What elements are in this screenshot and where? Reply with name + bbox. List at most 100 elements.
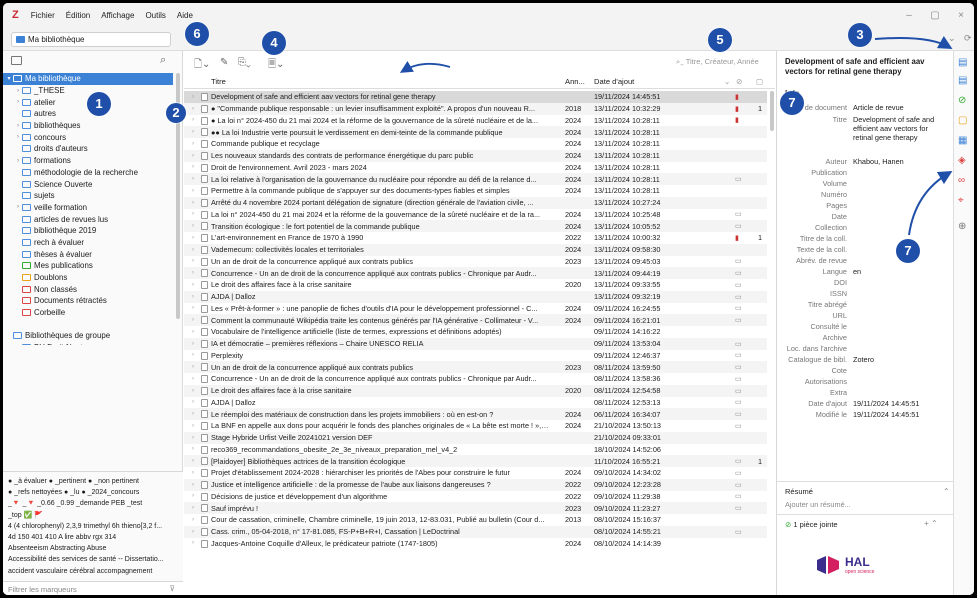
web-snapshot-icon[interactable]: ▭ xyxy=(735,410,742,418)
expand-arrow-icon[interactable]: › xyxy=(14,88,22,94)
add-attachment-icon[interactable]: ⎘⌄ xyxy=(238,57,251,68)
collection-item[interactable]: thèses à évaluer xyxy=(3,248,173,260)
web-snapshot-icon[interactable]: ▭ xyxy=(735,293,742,301)
collection-item[interactable]: Non classés xyxy=(3,283,173,295)
pdf-attachment-icon[interactable]: ▮ xyxy=(735,234,739,242)
web-snapshot-icon[interactable]: ▭ xyxy=(735,222,742,230)
web-snapshot-icon[interactable]: ▭ xyxy=(735,375,742,383)
expand-arrow-icon[interactable]: › xyxy=(192,329,194,335)
locate-nav-icon[interactable]: ⌖ xyxy=(958,195,964,206)
attachments-nav-icon[interactable]: ⊘ xyxy=(958,95,966,106)
menu-view[interactable]: Affichage xyxy=(101,11,134,20)
table-row[interactable]: › ● "Commande publique responsable : un l… xyxy=(184,102,767,115)
expand-arrow-icon[interactable]: › xyxy=(192,235,194,241)
menu-file[interactable]: Fichier xyxy=(31,11,55,20)
table-row[interactable]: › Sauf imprévu ! 2023 09/10/2024 11:23:27 ▭ xyxy=(184,502,767,514)
abstract-field[interactable]: Ajouter un résumé... xyxy=(785,500,851,509)
expand-arrow-icon[interactable]: › xyxy=(192,352,194,358)
tag-row[interactable]: ● _à évaluer ● _pertinent ● _non pertine… xyxy=(8,476,178,487)
expand-arrow-icon[interactable]: › xyxy=(14,204,22,210)
expand-arrow-icon[interactable]: › xyxy=(192,493,194,499)
collection-item[interactable]: rech à évaluer xyxy=(3,237,173,249)
collection-item[interactable]: Bibliothèques de groupe xyxy=(3,330,173,342)
table-row[interactable]: › Jacques-Antoine Coquille d'Alleux, le p… xyxy=(184,538,767,550)
search-icon[interactable]: ⌕ xyxy=(160,54,166,67)
web-snapshot-icon[interactable]: ▭ xyxy=(735,457,742,465)
items-scrollbar[interactable] xyxy=(769,91,775,595)
expand-arrow-icon[interactable]: › xyxy=(192,423,194,429)
menu-edit[interactable]: Édition xyxy=(66,11,90,20)
table-row[interactable]: › IA et démocratie – premières réflexions… xyxy=(184,337,767,350)
expand-arrow-icon[interactable]: › xyxy=(192,176,194,182)
attachment-column-icon[interactable]: ⊘ xyxy=(736,77,742,86)
tag-row[interactable]: _🔻 _🔻 _0.66 _0.99 _demande PEB _test xyxy=(8,498,178,509)
sync-icon[interactable]: ⟳ xyxy=(964,33,972,44)
web-snapshot-icon[interactable]: ▭ xyxy=(735,492,742,500)
tag-row[interactable]: accident vasculaire cérébral accompagnem… xyxy=(8,566,178,577)
table-row[interactable]: › ● La loi n° 2024-450 du 21 mai 2024 et … xyxy=(184,115,767,127)
collection-item[interactable]: › formations xyxy=(3,155,173,167)
table-row[interactable]: › Décisions de justice et développement d… xyxy=(184,491,767,503)
related-nav-icon[interactable]: ∞ xyxy=(958,175,965,186)
expand-arrow-icon[interactable]: › xyxy=(192,188,194,194)
web-snapshot-icon[interactable]: ▭ xyxy=(735,363,742,371)
expand-arrow-icon[interactable]: › xyxy=(192,270,194,276)
collection-item[interactable]: droits d'auteurs xyxy=(3,143,173,155)
abstract-nav-icon[interactable]: ▤ xyxy=(958,75,967,86)
expand-arrow-icon[interactable]: › xyxy=(192,294,194,300)
table-row[interactable]: › [Plaidoyer] Bibliothèques actrices de l… xyxy=(184,455,767,467)
expand-arrow-icon[interactable]: › xyxy=(192,94,194,100)
pdf-attachment-icon[interactable]: ▮ xyxy=(735,93,739,101)
expand-arrow-icon[interactable]: › xyxy=(192,482,194,488)
table-row[interactable]: › Concurrence - Un an de droit de la conc… xyxy=(184,267,767,279)
expand-arrow-icon[interactable]: › xyxy=(192,470,194,476)
table-row[interactable]: › Comment la communauté Wikipédia traite … xyxy=(184,314,767,326)
expand-arrow-icon[interactable]: › xyxy=(192,282,194,288)
expand-arrow-icon[interactable]: ▾ xyxy=(14,344,22,345)
table-row[interactable]: › Perplexity 09/11/2024 12:46:37 ▭ xyxy=(184,350,767,362)
web-snapshot-icon[interactable]: ▭ xyxy=(735,340,742,348)
table-row[interactable]: › L'art-environnement en France de 1970 à… xyxy=(184,232,767,244)
table-row[interactable]: › Vademecum: collectivités locales et ter… xyxy=(184,243,767,256)
tag-row[interactable]: Accessibilité des services de santé -- D… xyxy=(8,554,178,565)
expand-arrow-icon[interactable]: › xyxy=(192,223,194,229)
column-date-added[interactable]: Date d'ajout xyxy=(594,77,634,86)
expand-arrow-icon[interactable]: › xyxy=(192,317,194,323)
table-row[interactable]: › AJDA | Dalloz 13/11/2024 09:32:19 ▭ xyxy=(184,290,767,303)
table-row[interactable]: › Un an de droit de la concurrence appliq… xyxy=(184,256,767,268)
web-snapshot-icon[interactable]: ▭ xyxy=(735,481,742,489)
menu-tools[interactable]: Outils xyxy=(145,11,165,20)
expand-arrow-icon[interactable]: › xyxy=(192,117,194,123)
web-snapshot-icon[interactable]: ▭ xyxy=(735,528,742,536)
collection-item[interactable]: bibliothèque 2019 xyxy=(3,225,173,237)
table-row[interactable]: › AJDA | Dalloz 08/11/2024 12:53:13 ▭ xyxy=(184,397,767,409)
expand-arrow-icon[interactable]: › xyxy=(192,505,194,511)
search-input[interactable]: ⌕⌄ Titre, Créateur, Année xyxy=(676,57,759,67)
table-row[interactable]: › Le droit des affaires face à la crise s… xyxy=(184,384,767,397)
expand-arrow-icon[interactable]: › xyxy=(192,200,194,206)
table-row[interactable]: › La loi n° 2024-450 du 21 mai 2024 et la… xyxy=(184,209,767,221)
more-columns-icon[interactable]: ⌄ xyxy=(724,77,730,86)
expand-arrow-icon[interactable]: › xyxy=(192,517,194,523)
field-value[interactable]: Khabou, Hanen xyxy=(853,157,945,166)
collection-item[interactable]: sujets xyxy=(3,190,173,202)
notes-column-icon[interactable]: ▢ xyxy=(756,77,763,86)
new-note-icon[interactable]: 🗏⌄ xyxy=(268,57,284,74)
field-value[interactable]: 19/11/2024 14:45:51 xyxy=(853,399,945,408)
table-row[interactable]: › reco369_recommandations_obesite_2e_3e_n… xyxy=(184,444,767,456)
web-snapshot-icon[interactable]: ▭ xyxy=(735,257,742,265)
collection-item[interactable]: Documents rétractés xyxy=(3,295,173,307)
expand-arrow-icon[interactable]: › xyxy=(192,153,194,159)
field-value[interactable]: en xyxy=(853,267,945,276)
collection-item[interactable]: › veille formation xyxy=(3,202,173,214)
table-row[interactable]: › Un an de droit de la concurrence appliq… xyxy=(184,361,767,373)
web-snapshot-icon[interactable]: ▭ xyxy=(735,422,742,430)
pdf-attachment-icon[interactable]: ▮ xyxy=(735,116,739,124)
web-snapshot-icon[interactable]: ▭ xyxy=(735,398,742,406)
table-row[interactable]: › Les nouveaux standards des contrats de … xyxy=(184,149,767,162)
expand-arrow-icon[interactable]: › xyxy=(192,141,194,147)
web-snapshot-icon[interactable]: ▭ xyxy=(735,504,742,512)
minimize-button[interactable]: – xyxy=(896,10,922,21)
collection-item[interactable]: Doublons xyxy=(3,272,173,284)
library-tab[interactable]: Ma bibliothèque xyxy=(11,32,171,47)
